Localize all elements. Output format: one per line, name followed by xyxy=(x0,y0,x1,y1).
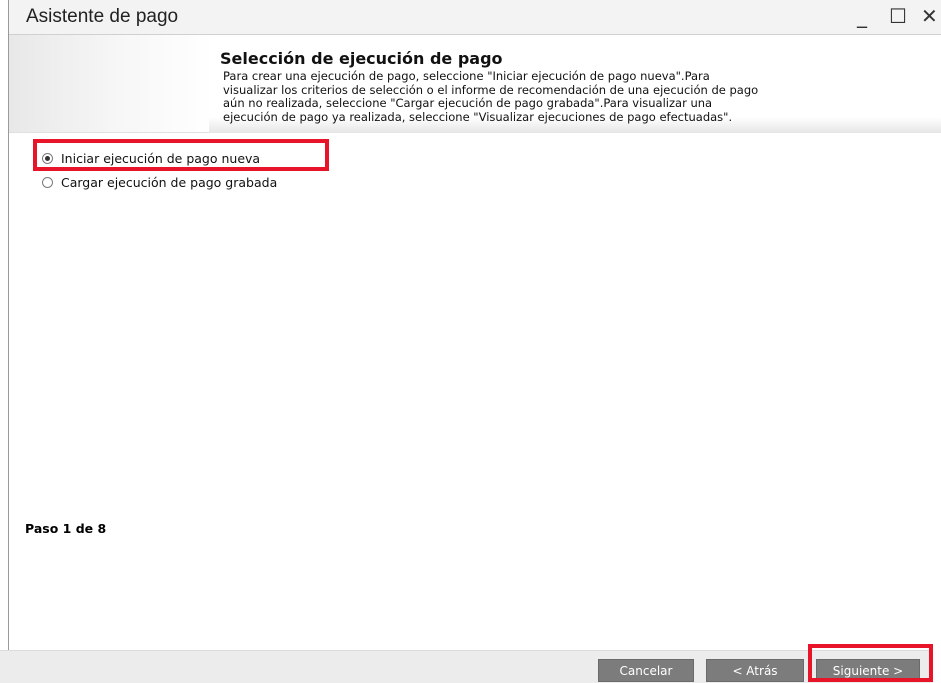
title-bar[interactable]: Asistente de pago _ ☐ ✕ xyxy=(9,0,941,35)
description-line: Para crear una ejecución de pago, selecc… xyxy=(223,69,710,83)
close-icon[interactable]: ✕ xyxy=(921,4,938,28)
highlight-box xyxy=(33,139,329,171)
description-line: aún no realizada, seleccione "Cargar eje… xyxy=(223,96,713,110)
radio-button[interactable] xyxy=(42,176,53,188)
window-title: Asistente de pago xyxy=(26,6,179,27)
minimize-icon[interactable]: _ xyxy=(857,4,867,28)
header-description: Para crear una ejecución de pago, selecc… xyxy=(223,69,883,124)
page-title: Selección de ejecución de pago xyxy=(220,49,503,68)
maximize-icon[interactable]: ☐ xyxy=(889,4,907,28)
option-load-saved-payment-run[interactable]: Cargar ejecución de pago grabada xyxy=(42,172,277,192)
step-indicator: Paso 1 de 8 xyxy=(25,521,107,536)
back-button[interactable]: < Atrás xyxy=(706,659,804,682)
option-label: Cargar ejecución de pago grabada xyxy=(61,174,278,190)
description-line: visualizar los criterios de selección o … xyxy=(223,82,759,97)
description-line: ejecución de pago ya realizada, seleccio… xyxy=(223,109,733,124)
highlight-box xyxy=(808,644,933,682)
wizard-header: Selección de ejecución de pago Para crea… xyxy=(9,35,941,133)
cancel-button[interactable]: Cancelar xyxy=(598,659,694,682)
payment-wizard-window: Asistente de pago _ ☐ ✕ Selección de eje… xyxy=(8,0,941,682)
